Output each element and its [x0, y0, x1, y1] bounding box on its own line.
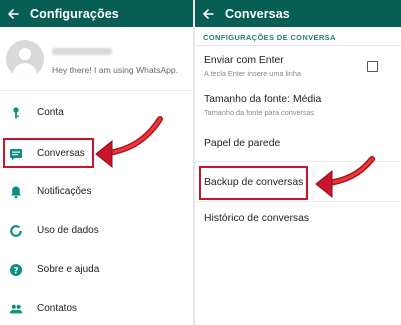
divider — [195, 161, 401, 162]
setting-papel-de-parede[interactable]: Papel de parede — [204, 138, 280, 149]
section-header: CONFIGURAÇÕES DE CONVERSA — [203, 33, 336, 42]
menu-label: Uso de dados — [37, 225, 99, 236]
back-arrow-icon[interactable] — [201, 7, 215, 21]
profile-row[interactable]: Hey there! I am using WhatsApp. — [0, 27, 193, 91]
svg-text:?: ? — [13, 266, 18, 276]
enter-send-checkbox[interactable] — [367, 61, 378, 72]
setting-enviar-com-enter[interactable]: Enviar com Enter A tecla Enter insere um… — [204, 55, 301, 78]
setting-title: Papel de parede — [204, 138, 281, 149]
data-usage-icon — [9, 224, 23, 238]
back-arrow-icon[interactable] — [6, 7, 20, 21]
key-icon — [9, 106, 23, 120]
bell-icon — [9, 185, 23, 199]
setting-title: Tamanho da fonte: Média — [204, 94, 322, 105]
setting-historico-de-conversas[interactable]: Histórico de conversas — [204, 213, 309, 224]
menu-item-uso-de-dados[interactable]: Uso de dados — [0, 211, 193, 250]
menu-item-notificacoes[interactable]: Notificações — [0, 172, 193, 211]
setting-title: Enviar com Enter — [204, 55, 284, 66]
profile-status: Hey there! I am using WhatsApp. — [52, 65, 179, 75]
settings-title: Configurações — [30, 6, 119, 21]
highlight-box-backup — [199, 166, 308, 200]
chats-title: Conversas — [225, 6, 290, 21]
avatar[interactable] — [6, 40, 44, 78]
setting-subtitle: Tamanho da fonte para conversas — [204, 108, 315, 117]
settings-app-bar: Configurações — [0, 0, 193, 27]
menu-label: Conta — [37, 107, 64, 118]
chats-app-bar: Conversas — [195, 0, 401, 27]
divider — [195, 201, 401, 202]
profile-name-blurred — [52, 48, 112, 55]
chats-settings-screen: Conversas CONFIGURAÇÕES DE CONVERSA Envi… — [195, 0, 401, 325]
settings-screen: Configurações Hey there! I am using What… — [0, 0, 193, 325]
help-icon: ? — [9, 263, 23, 277]
menu-label: Notificações — [37, 186, 92, 197]
setting-tamanho-da-fonte[interactable]: Tamanho da fonte: Média Tamanho da fonte… — [204, 94, 321, 117]
menu-label: Contatos — [37, 303, 78, 314]
menu-item-contatos[interactable]: Contatos — [0, 289, 193, 325]
menu-item-conta[interactable]: Conta — [0, 93, 193, 132]
contacts-icon — [9, 302, 23, 316]
divider — [195, 45, 401, 46]
setting-title: Histórico de conversas — [204, 213, 310, 224]
menu-label: Sobre e ajuda — [37, 264, 100, 275]
highlight-box-conversas — [3, 138, 94, 168]
menu-item-sobre-e-ajuda[interactable]: ? Sobre e ajuda — [0, 250, 193, 289]
setting-subtitle: A tecla Enter insere uma linha — [204, 69, 301, 78]
